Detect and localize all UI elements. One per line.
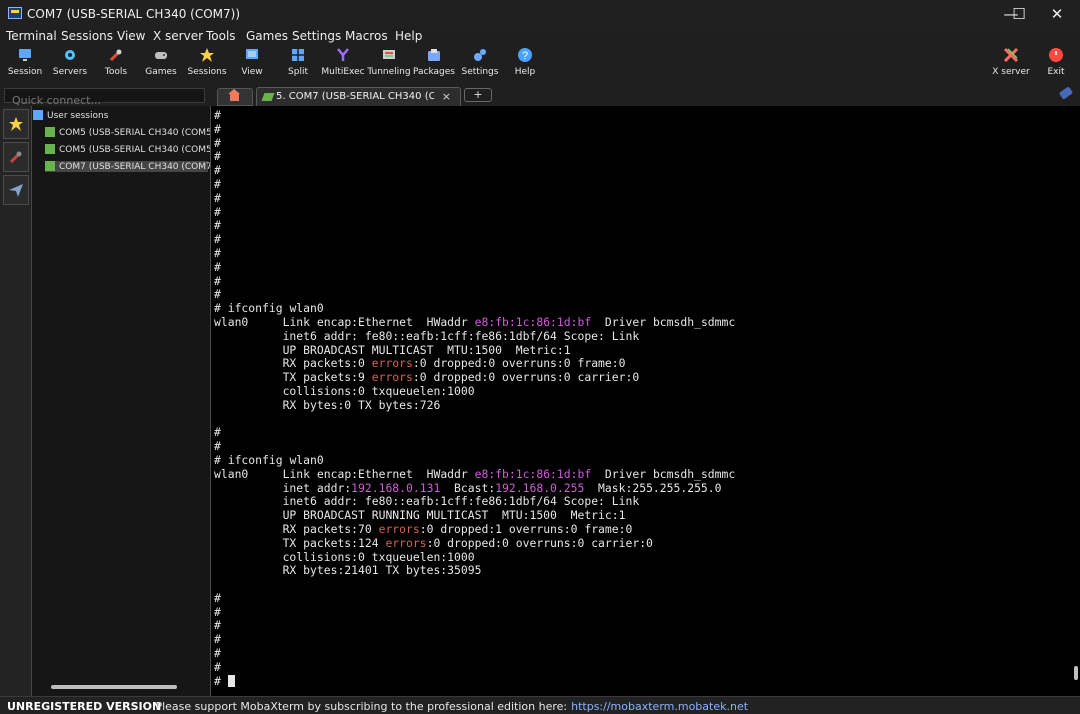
eye-icon — [246, 49, 258, 59]
close-tab-icon[interactable]: × — [442, 90, 451, 103]
terminal-output: # # # # # # # # # # # # # # # ifconfig w… — [214, 108, 736, 688]
session-tree: User sessions COM5 (USB-SERIAL CH340 (CO… — [33, 106, 219, 696]
help-button[interactable]: ? Help — [500, 45, 550, 82]
menu-sessions[interactable]: Sessions — [61, 29, 113, 43]
new-tab-button[interactable]: + — [464, 88, 492, 102]
serial-icon — [261, 93, 275, 101]
app-icon — [8, 7, 22, 19]
star-icon — [9, 117, 23, 131]
package-icon — [428, 49, 440, 61]
menu-games[interactable]: Games — [246, 29, 288, 43]
home-icon — [228, 89, 240, 101]
svg-text:?: ? — [522, 50, 528, 62]
tab-label: 5. COM7 (USB-SERIAL CH340 (COM — [276, 91, 434, 102]
menu-help[interactable]: Help — [395, 29, 422, 43]
folder-icon — [33, 110, 43, 120]
session-sidebar: User sessions COM5 (USB-SERIAL CH340 (CO… — [0, 106, 219, 696]
menu-macros[interactable]: Macros — [345, 29, 388, 43]
serial-icon — [45, 144, 55, 154]
menu-view[interactable]: View — [117, 29, 145, 43]
quick-connect[interactable] — [4, 88, 205, 107]
sidebar-rail — [0, 106, 32, 696]
home-tab[interactable] — [217, 88, 253, 106]
menu-terminal[interactable]: Terminal — [6, 29, 57, 43]
user-sessions-group[interactable]: User sessions — [33, 110, 108, 121]
tab-com7[interactable]: 5. COM7 (USB-SERIAL CH340 (COM × — [256, 87, 461, 106]
tools-rail-button[interactable] — [3, 142, 29, 172]
serial-icon — [45, 127, 55, 137]
fork-icon — [337, 48, 349, 61]
tunnel-icon — [383, 50, 395, 59]
title-bar: COM7 (USB-SERIAL CH340 (COM7)) — ☐ ✕ — [0, 0, 1080, 28]
paper-plane-icon — [9, 184, 23, 197]
session-item-selected[interactable]: COM7 (USB-SERIAL CH340 (COM7)) — [45, 161, 219, 172]
tab-bar: 5. COM7 (USB-SERIAL CH340 (COM × + — [211, 86, 1080, 106]
help-icon: ? — [518, 48, 532, 62]
power-icon — [1049, 48, 1063, 62]
monitor-icon — [19, 49, 31, 61]
terminal-scrollbar[interactable] — [1074, 666, 1078, 680]
toolbar: Session Servers Tools Games Sessions Vie… — [0, 45, 1080, 82]
tools-icon — [109, 49, 122, 62]
favorites-button[interactable] — [3, 109, 29, 139]
star-icon — [200, 48, 214, 62]
window-title: COM7 (USB-SERIAL CH340 (COM7)) — [27, 7, 241, 21]
menu-tools[interactable]: Tools — [206, 29, 236, 43]
status-message: - Please support MobaXterm by subscribin… — [148, 700, 749, 713]
terminal-area[interactable]: # # # # # # # # # # # # # # # ifconfig w… — [210, 106, 1080, 696]
sidebar-scrollbar[interactable] — [51, 685, 177, 689]
session-item[interactable]: COM5 (USB-SERIAL CH340 (COM5)) — [45, 127, 219, 138]
unregistered-label: UNREGISTERED VERSION — [7, 700, 162, 713]
settings-icon — [474, 49, 486, 61]
close-window-button[interactable]: ✕ — [1034, 0, 1080, 28]
serial-icon — [45, 161, 55, 171]
link-icon[interactable] — [1058, 86, 1074, 100]
send-rail-button[interactable] — [3, 175, 29, 205]
session-item[interactable]: COM5 (USB-SERIAL CH340 (COM5)) — [45, 144, 219, 155]
grid-icon — [292, 49, 304, 61]
menu-settings[interactable]: Settings — [292, 29, 341, 43]
exit-button[interactable]: Exit — [1031, 45, 1080, 82]
gear-icon — [65, 50, 75, 60]
tools-icon — [9, 151, 22, 164]
gamepad-icon — [155, 52, 167, 59]
terminal-cursor — [227, 674, 235, 687]
status-bar: UNREGISTERED VERSION - Please support Mo… — [0, 696, 1080, 714]
menu-bar: Terminal Sessions View X server Tools Ga… — [0, 28, 1080, 45]
x-server-icon — [1003, 47, 1019, 63]
mobatek-link[interactable]: https://mobaxterm.mobatek.net — [571, 700, 748, 713]
menu-x-server[interactable]: X server — [153, 29, 203, 43]
